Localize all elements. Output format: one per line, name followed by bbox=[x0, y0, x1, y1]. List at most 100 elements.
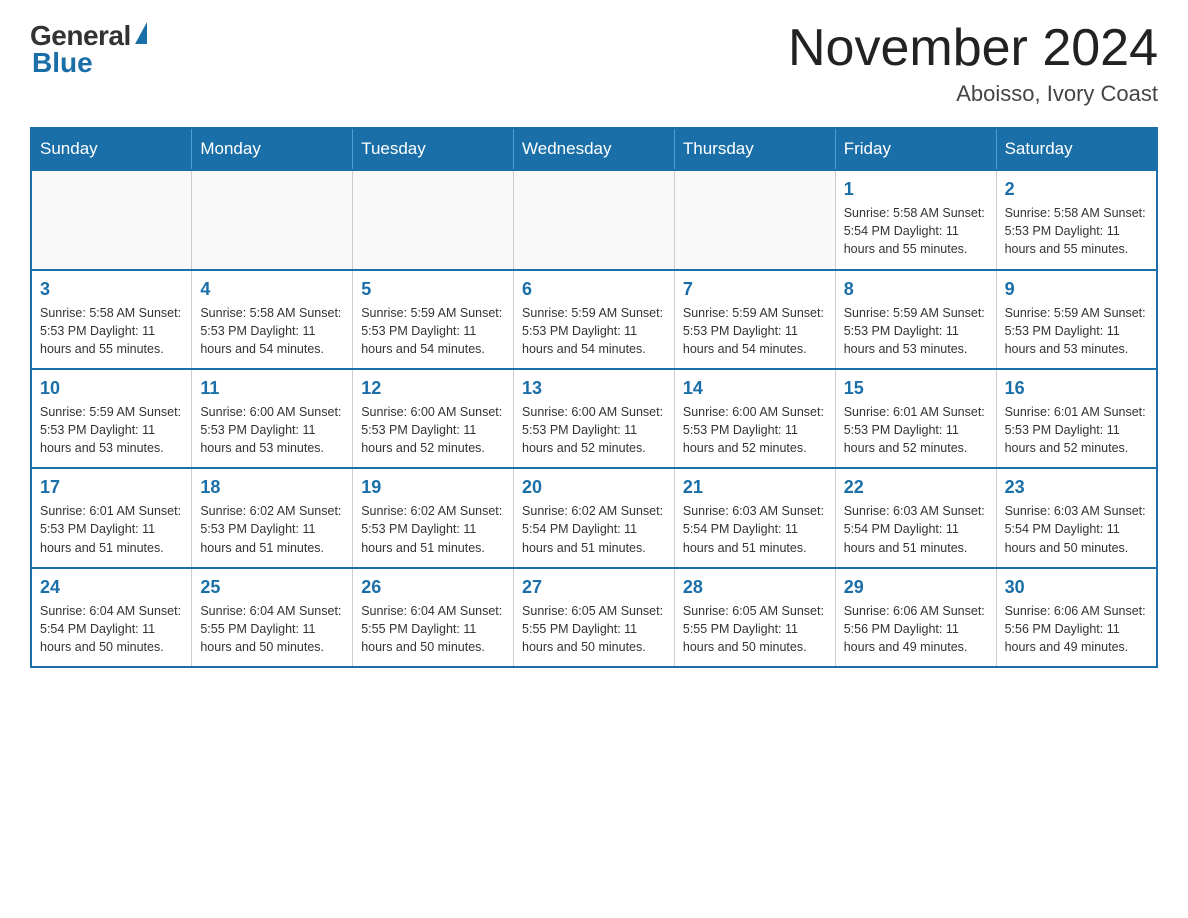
calendar-day-cell: 21 Sunrise: 6:03 AM Sunset: 5:54 PM Dayli… bbox=[674, 468, 835, 567]
day-info: Sunrise: 6:02 AM Sunset: 5:53 PM Dayligh… bbox=[200, 502, 344, 556]
calendar-day-cell: 11 Sunrise: 6:00 AM Sunset: 5:53 PM Dayli… bbox=[192, 369, 353, 468]
calendar-day-cell bbox=[353, 170, 514, 269]
day-info: Sunrise: 5:59 AM Sunset: 5:53 PM Dayligh… bbox=[40, 403, 183, 457]
day-number: 4 bbox=[200, 279, 344, 300]
calendar-week-row: 1 Sunrise: 5:58 AM Sunset: 5:54 PM Daylig… bbox=[31, 170, 1157, 269]
calendar-day-cell: 1 Sunrise: 5:58 AM Sunset: 5:54 PM Daylig… bbox=[835, 170, 996, 269]
calendar-day-cell bbox=[31, 170, 192, 269]
day-info: Sunrise: 6:01 AM Sunset: 5:53 PM Dayligh… bbox=[1005, 403, 1148, 457]
day-number: 2 bbox=[1005, 179, 1148, 200]
calendar-day-cell: 22Sunrise: 6:03 AM Sunset: 5:54 PM Dayli… bbox=[835, 468, 996, 567]
day-info: Sunrise: 6:06 AM Sunset: 5:56 PM Dayligh… bbox=[844, 602, 988, 656]
day-number: 27 bbox=[522, 577, 666, 598]
day-number: 15 bbox=[844, 378, 988, 399]
calendar-day-header: Tuesday bbox=[353, 128, 514, 170]
day-info: Sunrise: 6:03 AM Sunset: 5:54 PM Dayligh… bbox=[683, 502, 827, 556]
day-number: 30 bbox=[1005, 577, 1148, 598]
day-number: 25 bbox=[200, 577, 344, 598]
calendar-day-cell: 3Sunrise: 5:58 AM Sunset: 5:53 PM Daylig… bbox=[31, 270, 192, 369]
day-number: 17 bbox=[40, 477, 183, 498]
day-info: Sunrise: 5:59 AM Sunset: 5:53 PM Dayligh… bbox=[1005, 304, 1148, 358]
day-number: 18 bbox=[200, 477, 344, 498]
day-info: Sunrise: 5:59 AM Sunset: 5:53 PM Dayligh… bbox=[844, 304, 988, 358]
calendar-day-header: Thursday bbox=[674, 128, 835, 170]
day-info: Sunrise: 6:05 AM Sunset: 5:55 PM Dayligh… bbox=[522, 602, 666, 656]
day-info: Sunrise: 5:59 AM Sunset: 5:53 PM Dayligh… bbox=[683, 304, 827, 358]
day-number: 21 bbox=[683, 477, 827, 498]
day-number: 12 bbox=[361, 378, 505, 399]
calendar-day-cell: 7 Sunrise: 5:59 AM Sunset: 5:53 PM Daylig… bbox=[674, 270, 835, 369]
day-number: 9 bbox=[1005, 279, 1148, 300]
day-info: Sunrise: 6:04 AM Sunset: 5:55 PM Dayligh… bbox=[200, 602, 344, 656]
calendar-day-header: Wednesday bbox=[514, 128, 675, 170]
calendar-day-cell: 30 Sunrise: 6:06 AM Sunset: 5:56 PM Dayli… bbox=[996, 568, 1157, 667]
day-number: 8 bbox=[844, 279, 988, 300]
calendar-week-row: 24Sunrise: 6:04 AM Sunset: 5:54 PM Dayli… bbox=[31, 568, 1157, 667]
calendar-week-row: 17 Sunrise: 6:01 AM Sunset: 5:53 PM Dayli… bbox=[31, 468, 1157, 567]
day-info: Sunrise: 6:02 AM Sunset: 5:54 PM Dayligh… bbox=[522, 502, 666, 556]
calendar-day-header: Monday bbox=[192, 128, 353, 170]
calendar-day-cell: 13Sunrise: 6:00 AM Sunset: 5:53 PM Dayli… bbox=[514, 369, 675, 468]
logo-triangle-icon bbox=[135, 22, 147, 44]
day-number: 28 bbox=[683, 577, 827, 598]
title-section: November 2024 Aboisso, Ivory Coast bbox=[788, 20, 1158, 107]
calendar-day-cell: 5Sunrise: 5:59 AM Sunset: 5:53 PM Daylig… bbox=[353, 270, 514, 369]
day-number: 19 bbox=[361, 477, 505, 498]
day-number: 6 bbox=[522, 279, 666, 300]
calendar-header-row: SundayMondayTuesdayWednesdayThursdayFrid… bbox=[31, 128, 1157, 170]
calendar-day-cell: 15 Sunrise: 6:01 AM Sunset: 5:53 PM Dayli… bbox=[835, 369, 996, 468]
calendar-day-cell: 24Sunrise: 6:04 AM Sunset: 5:54 PM Dayli… bbox=[31, 568, 192, 667]
day-info: Sunrise: 6:00 AM Sunset: 5:53 PM Dayligh… bbox=[522, 403, 666, 457]
calendar-day-cell: 25 Sunrise: 6:04 AM Sunset: 5:55 PM Dayli… bbox=[192, 568, 353, 667]
calendar-day-cell: 23Sunrise: 6:03 AM Sunset: 5:54 PM Dayli… bbox=[996, 468, 1157, 567]
day-number: 16 bbox=[1005, 378, 1148, 399]
calendar-day-cell: 10 Sunrise: 5:59 AM Sunset: 5:53 PM Dayli… bbox=[31, 369, 192, 468]
calendar-week-row: 10 Sunrise: 5:59 AM Sunset: 5:53 PM Dayli… bbox=[31, 369, 1157, 468]
day-info: Sunrise: 6:00 AM Sunset: 5:53 PM Dayligh… bbox=[200, 403, 344, 457]
page-title: November 2024 bbox=[788, 20, 1158, 77]
day-info: Sunrise: 6:02 AM Sunset: 5:53 PM Dayligh… bbox=[361, 502, 505, 556]
calendar-day-cell: 8 Sunrise: 5:59 AM Sunset: 5:53 PM Daylig… bbox=[835, 270, 996, 369]
calendar-day-header: Friday bbox=[835, 128, 996, 170]
header: General Blue November 2024 Aboisso, Ivor… bbox=[30, 20, 1158, 107]
day-info: Sunrise: 6:04 AM Sunset: 5:55 PM Dayligh… bbox=[361, 602, 505, 656]
calendar-day-cell bbox=[674, 170, 835, 269]
day-info: Sunrise: 6:00 AM Sunset: 5:53 PM Dayligh… bbox=[361, 403, 505, 457]
calendar-day-cell: 19 Sunrise: 6:02 AM Sunset: 5:53 PM Dayli… bbox=[353, 468, 514, 567]
calendar-table: SundayMondayTuesdayWednesdayThursdayFrid… bbox=[30, 127, 1158, 668]
day-number: 1 bbox=[844, 179, 988, 200]
day-info: Sunrise: 6:03 AM Sunset: 5:54 PM Dayligh… bbox=[844, 502, 988, 556]
day-info: Sunrise: 5:58 AM Sunset: 5:53 PM Dayligh… bbox=[200, 304, 344, 358]
day-number: 11 bbox=[200, 378, 344, 399]
calendar-day-cell: 29Sunrise: 6:06 AM Sunset: 5:56 PM Dayli… bbox=[835, 568, 996, 667]
day-info: Sunrise: 6:06 AM Sunset: 5:56 PM Dayligh… bbox=[1005, 602, 1148, 656]
calendar-day-cell: 9 Sunrise: 5:59 AM Sunset: 5:53 PM Daylig… bbox=[996, 270, 1157, 369]
calendar-day-cell: 27 Sunrise: 6:05 AM Sunset: 5:55 PM Dayli… bbox=[514, 568, 675, 667]
calendar-day-cell: 6 Sunrise: 5:59 AM Sunset: 5:53 PM Daylig… bbox=[514, 270, 675, 369]
day-number: 26 bbox=[361, 577, 505, 598]
logo-blue-text: Blue bbox=[30, 47, 93, 79]
day-info: Sunrise: 5:59 AM Sunset: 5:53 PM Dayligh… bbox=[522, 304, 666, 358]
day-number: 14 bbox=[683, 378, 827, 399]
page-subtitle: Aboisso, Ivory Coast bbox=[788, 81, 1158, 107]
day-number: 5 bbox=[361, 279, 505, 300]
calendar-day-header: Saturday bbox=[996, 128, 1157, 170]
day-number: 10 bbox=[40, 378, 183, 399]
day-number: 3 bbox=[40, 279, 183, 300]
calendar-week-row: 3 Sunrise: 5:58 AM Sunset: 5:53 PM Daylig… bbox=[31, 270, 1157, 369]
calendar-day-cell: 18 Sunrise: 6:02 AM Sunset: 5:53 PM Dayli… bbox=[192, 468, 353, 567]
day-number: 24 bbox=[40, 577, 183, 598]
day-number: 23 bbox=[1005, 477, 1148, 498]
day-info: Sunrise: 6:00 AM Sunset: 5:53 PM Dayligh… bbox=[683, 403, 827, 457]
day-number: 7 bbox=[683, 279, 827, 300]
calendar-day-cell: 20Sunrise: 6:02 AM Sunset: 5:54 PM Dayli… bbox=[514, 468, 675, 567]
calendar-day-cell: 17 Sunrise: 6:01 AM Sunset: 5:53 PM Dayli… bbox=[31, 468, 192, 567]
day-info: Sunrise: 6:01 AM Sunset: 5:53 PM Dayligh… bbox=[40, 502, 183, 556]
calendar-day-cell: 26 Sunrise: 6:04 AM Sunset: 5:55 PM Dayli… bbox=[353, 568, 514, 667]
day-info: Sunrise: 5:58 AM Sunset: 5:54 PM Dayligh… bbox=[844, 204, 988, 258]
calendar-day-cell: 4 Sunrise: 5:58 AM Sunset: 5:53 PM Daylig… bbox=[192, 270, 353, 369]
calendar-day-header: Sunday bbox=[31, 128, 192, 170]
day-info: Sunrise: 5:58 AM Sunset: 5:53 PM Dayligh… bbox=[1005, 204, 1148, 258]
calendar-day-cell: 12 Sunrise: 6:00 AM Sunset: 5:53 PM Dayli… bbox=[353, 369, 514, 468]
day-info: Sunrise: 6:01 AM Sunset: 5:53 PM Dayligh… bbox=[844, 403, 988, 457]
